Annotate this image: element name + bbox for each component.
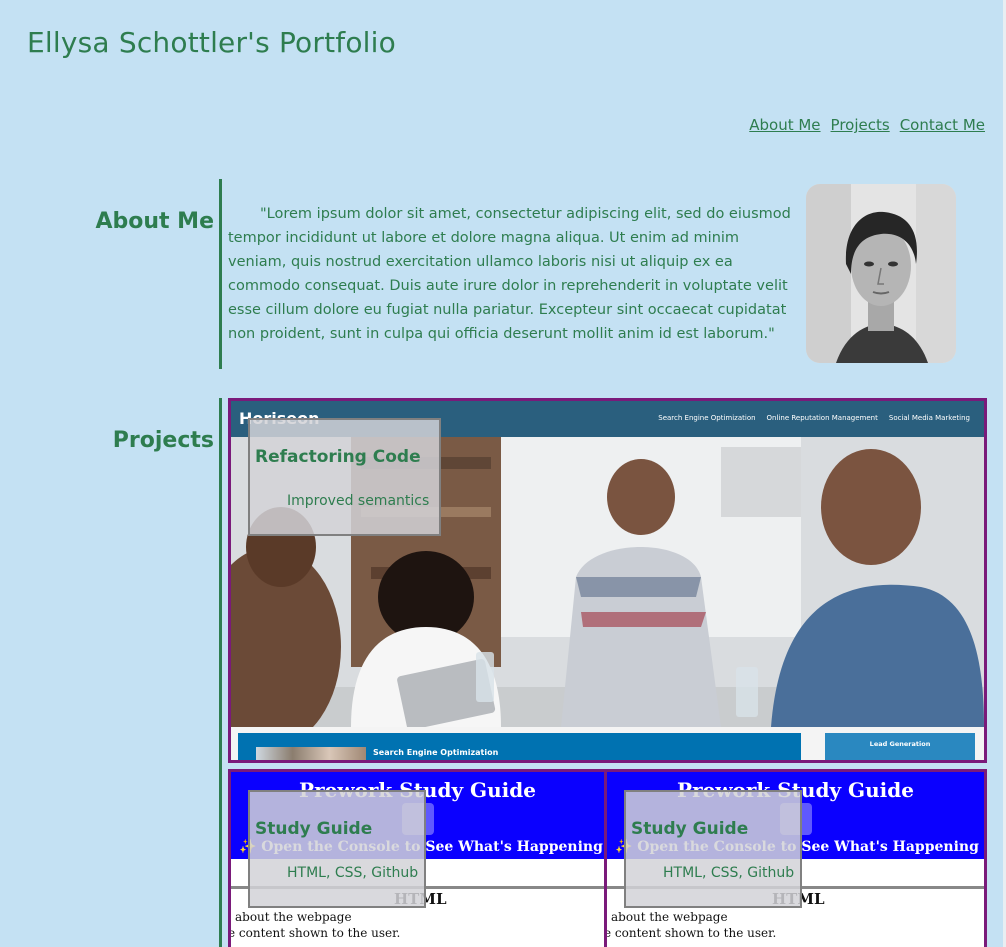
projects-heading: Projects bbox=[112, 428, 214, 453]
project-title: Study Guide bbox=[631, 819, 749, 839]
screenshot-seo-label: Search Engine Optimization bbox=[373, 748, 499, 757]
screenshot-text-line: e content shown to the user. bbox=[228, 926, 401, 940]
project-overlay-study-guide-1[interactable]: Study Guide HTML, CSS, Github bbox=[248, 790, 426, 908]
project-subtitle: HTML, CSS, Github bbox=[287, 865, 419, 881]
screenshot-nav-item: Online Reputation Management bbox=[766, 414, 878, 422]
screenshot-text-line: about the webpage bbox=[611, 910, 728, 924]
avatar bbox=[806, 184, 956, 363]
screenshot-lead-block: Lead Generation bbox=[825, 733, 975, 760]
nav-link-about[interactable]: About Me bbox=[749, 116, 820, 134]
main-nav: About Me Projects Contact Me bbox=[749, 116, 985, 134]
site-title: Ellysa Schottler's Portfolio bbox=[27, 26, 396, 59]
project-title: Refactoring Code bbox=[255, 447, 421, 467]
screenshot-seo-thumb bbox=[256, 747, 366, 760]
screenshot-text-line: e content shown to the user. bbox=[604, 926, 777, 940]
projects-divider bbox=[219, 398, 222, 947]
nav-link-projects[interactable]: Projects bbox=[831, 116, 890, 134]
avatar-portrait-image bbox=[806, 184, 956, 363]
screenshot-seo-block: Search Engine Optimization bbox=[238, 733, 801, 760]
screenshot-text-line: about the webpage bbox=[235, 910, 352, 924]
screenshot-nav-item: Search Engine Optimization bbox=[658, 414, 756, 422]
screenshot-bottom-bar: Search Engine Optimization Lead Generati… bbox=[231, 727, 984, 760]
screenshot-nav-item: Social Media Marketing bbox=[888, 414, 970, 422]
nav-link-contact[interactable]: Contact Me bbox=[900, 116, 985, 134]
screenshot-nav: Search Engine Optimization Online Reputa… bbox=[658, 414, 970, 422]
project-overlay-study-guide-2[interactable]: Study Guide HTML, CSS, Github bbox=[624, 790, 802, 908]
project-title: Study Guide bbox=[255, 819, 373, 839]
project-subtitle: Improved semantics bbox=[287, 493, 430, 509]
about-text: "Lorem ipsum dolor sit amet, consectetur… bbox=[228, 206, 791, 342]
about-divider bbox=[219, 179, 222, 369]
project-subtitle: HTML, CSS, Github bbox=[663, 865, 795, 881]
about-heading: About Me bbox=[95, 209, 214, 234]
project-overlay-refactoring[interactable]: Refactoring Code Improved semantics bbox=[248, 418, 441, 536]
